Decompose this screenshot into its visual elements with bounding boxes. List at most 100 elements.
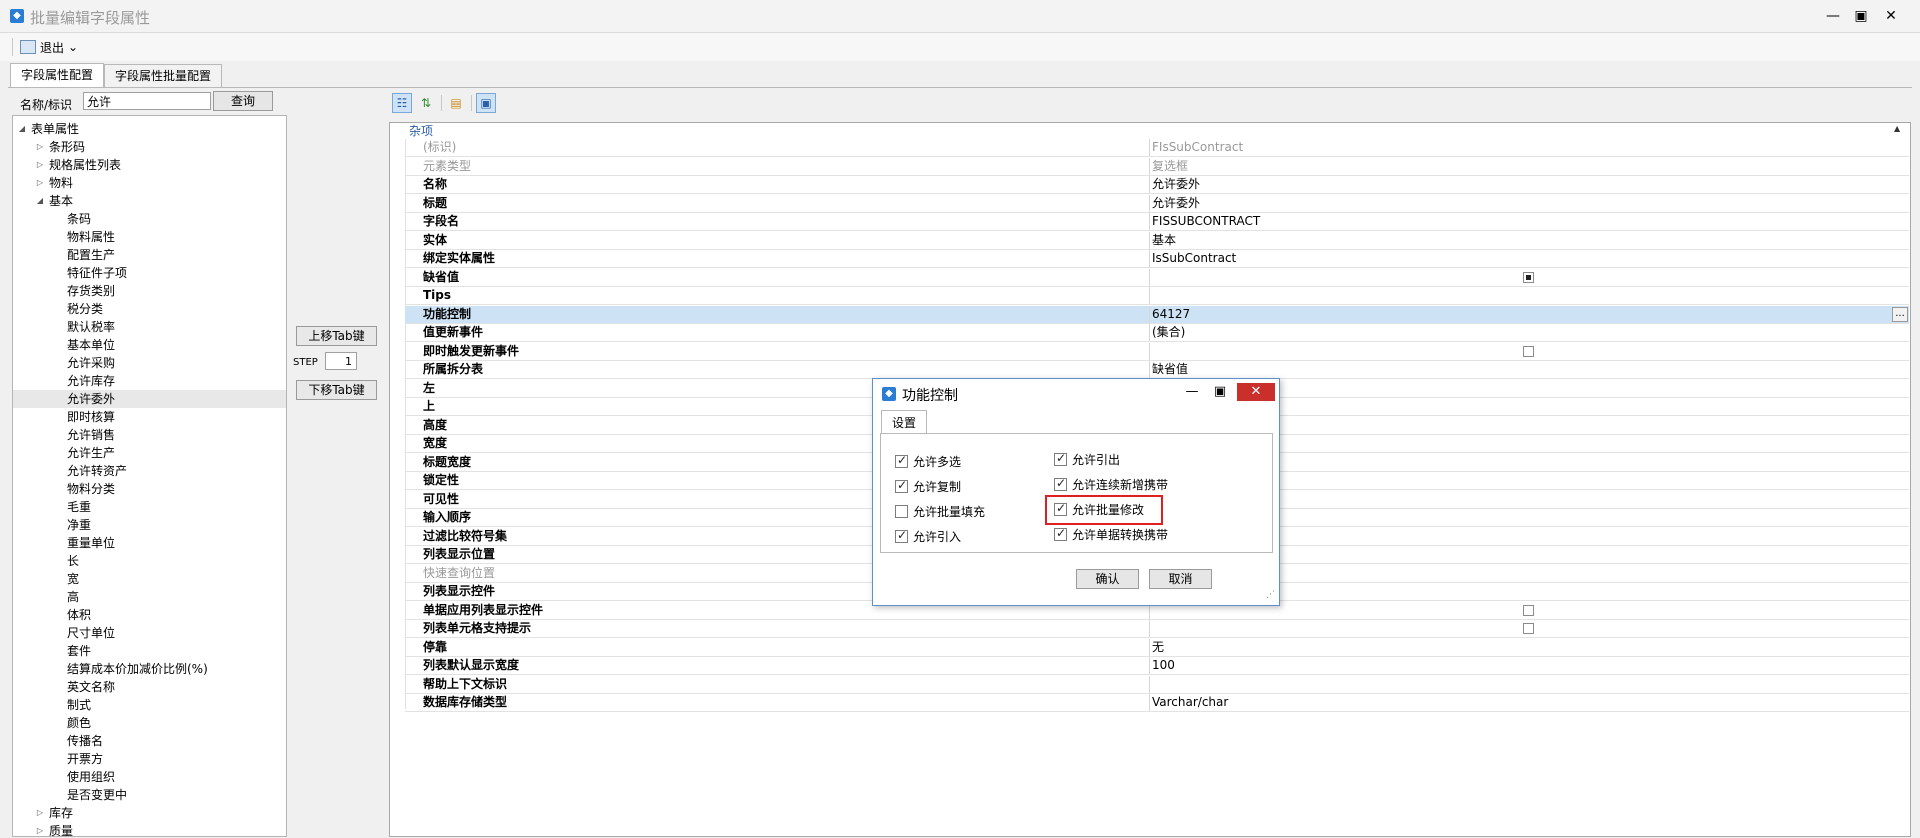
property-value[interactable]: 基本 (1152, 232, 1176, 249)
sort-alpha-button[interactable]: ⇅ (416, 93, 436, 113)
property-row[interactable]: 缺省值 (405, 268, 1909, 287)
property-checkbox[interactable] (1523, 604, 1534, 616)
property-checkbox[interactable] (1523, 623, 1534, 634)
property-row[interactable]: 实体 基本 (405, 231, 1909, 250)
tree-item[interactable]: 存货类别 (13, 282, 286, 300)
collapse-icon[interactable]: ▲ (1894, 124, 1900, 133)
property-pages-button[interactable]: ▣ (476, 93, 496, 113)
property-value[interactable]: 100 (1152, 657, 1175, 674)
tree-item[interactable]: 传播名 (13, 732, 286, 750)
tree-item[interactable]: 尺寸单位 (13, 624, 286, 642)
tree-collapsed-icon[interactable]: ▷ (35, 174, 45, 192)
property-row[interactable]: 数据库存储类型 Varchar/char (405, 694, 1909, 712)
property-row[interactable]: 功能控制 64127... (405, 305, 1909, 324)
tree-item[interactable]: 允许库存 (13, 372, 286, 390)
move-down-tab-button[interactable]: 下移Tab键 (296, 380, 377, 400)
option-checkbox[interactable]: 允许单据转换携带 (1054, 526, 1168, 542)
categorized-button[interactable]: ☷ (392, 93, 412, 113)
tree-item[interactable]: 税分类 (13, 300, 286, 318)
checkbox-checked-icon[interactable] (1054, 451, 1067, 466)
maximize-button[interactable]: ▣ (1848, 6, 1874, 26)
close-button[interactable]: ✕ (1878, 6, 1904, 26)
property-value[interactable]: 允许委外 (1152, 176, 1200, 193)
tree-item[interactable]: 基本单位 (13, 336, 286, 354)
dialog-close-button[interactable]: ✕ (1237, 383, 1275, 401)
property-row[interactable]: 绑定实体属性 IsSubContract (405, 250, 1909, 268)
checkbox-checked-icon[interactable] (895, 453, 908, 468)
option-checkbox[interactable]: 允许引入 (895, 528, 961, 544)
property-row[interactable]: 字段名 FISSUBCONTRACT (405, 213, 1909, 231)
option-checkbox[interactable]: 允许批量填充 (895, 503, 985, 519)
tree-item[interactable]: 重量单位 (13, 534, 286, 552)
tree-item[interactable]: 配置生产 (13, 246, 286, 264)
tree-item[interactable]: 允许转资产 (13, 462, 286, 480)
tree-expanded-icon[interactable]: ◢ (35, 192, 45, 210)
tree-collapsed-icon[interactable]: ▷ (35, 822, 45, 836)
property-row[interactable]: (标识) FIsSubContract (405, 139, 1909, 157)
field-tree[interactable]: ◢ 表单属性 ▷ 条形码 ▷ 规格属性列表 ▷ 物料 ◢ 基本 条码 物料属性 配置生产 特征件子项 存货类… (12, 115, 287, 837)
tree-item[interactable]: 套件 (13, 642, 286, 660)
tree-item[interactable]: 特征件子项 (13, 264, 286, 282)
query-button[interactable]: 查询 (213, 91, 273, 111)
tab-field-property-config[interactable]: 字段属性配置 (10, 63, 105, 88)
tab-field-property-batch-config[interactable]: 字段属性批量配置 (104, 64, 223, 87)
tree-item[interactable]: 结算成本价加减价比例(%) (13, 660, 286, 678)
property-row[interactable]: 所属拆分表 缺省值 (405, 361, 1909, 379)
tree-item[interactable]: 宽 (13, 570, 286, 588)
tree-item[interactable]: 高 (13, 588, 286, 606)
tree-item[interactable]: 长 (13, 552, 286, 570)
tree-item[interactable]: 条码 (13, 210, 286, 228)
property-checkbox[interactable] (1523, 271, 1534, 283)
tree-item[interactable]: ◢ 表单属性 (13, 120, 286, 138)
tree-item[interactable]: 允许委外 (13, 390, 286, 408)
property-row[interactable]: 帮助上下文标识 (405, 675, 1909, 694)
property-row[interactable]: 名称 允许委外 (405, 176, 1909, 194)
property-value[interactable]: FISSUBCONTRACT (1152, 213, 1260, 230)
property-row[interactable]: 即时触发更新事件 (405, 342, 1909, 361)
property-row[interactable]: 列表默认显示宽度 100 (405, 657, 1909, 675)
checkbox-checked-icon[interactable] (1054, 526, 1067, 541)
property-row[interactable]: 元素类型 复选框 (405, 157, 1909, 176)
exit-button[interactable]: 退出 ⌄ (20, 37, 78, 57)
checkbox-unchecked-icon[interactable] (895, 504, 908, 518)
property-value[interactable]: 允许委外 (1152, 195, 1200, 212)
option-checkbox[interactable]: 允许连续新增携带 (1054, 476, 1168, 492)
dialog-minimize-button[interactable]: — (1180, 383, 1204, 401)
property-value[interactable]: IsSubContract (1152, 250, 1236, 267)
step-input[interactable] (325, 352, 357, 370)
tree-item[interactable]: ▷ 物料 (13, 174, 286, 192)
property-row[interactable]: 停靠 无 (405, 638, 1909, 657)
tree-item[interactable]: 英文名称 (13, 678, 286, 696)
property-value[interactable]: (集合) (1152, 324, 1185, 341)
tree-item[interactable]: 物料属性 (13, 228, 286, 246)
tree-item[interactable]: 物料分类 (13, 480, 286, 498)
cancel-button[interactable]: 取消 (1149, 569, 1212, 589)
ellipsis-button[interactable]: ... (1892, 306, 1908, 322)
property-row[interactable]: 值更新事件 (集合) (405, 324, 1909, 342)
dialog-tab-settings[interactable]: 设置 (881, 410, 928, 434)
tree-item[interactable]: 开票方 (13, 750, 286, 768)
property-row[interactable]: Tips (405, 287, 1909, 305)
property-value[interactable]: 无 (1152, 639, 1164, 656)
search-input[interactable] (83, 92, 211, 110)
property-value[interactable]: Varchar/char (1152, 694, 1228, 711)
property-value[interactable]: 64127 (1152, 306, 1190, 323)
category-row[interactable] (390, 123, 1910, 139)
checkbox-checked-icon[interactable] (895, 528, 908, 543)
tree-item[interactable]: ▷ 质量 (13, 822, 286, 836)
tree-item[interactable]: ▷ 规格属性列表 (13, 156, 286, 174)
option-checkbox[interactable]: 允许引出 (1054, 451, 1120, 467)
move-up-tab-button[interactable]: 上移Tab键 (296, 326, 377, 346)
tree-item[interactable]: 净重 (13, 516, 286, 534)
property-row[interactable]: 列表单元格支持提示 (405, 620, 1909, 638)
tree-item[interactable]: 即时核算 (13, 408, 286, 426)
tree-collapsed-icon[interactable]: ▷ (35, 138, 45, 156)
properties-button[interactable]: ▤ (446, 93, 466, 113)
tree-collapsed-icon[interactable]: ▷ (35, 156, 45, 174)
tree-expanded-icon[interactable]: ◢ (17, 120, 27, 138)
minimize-button[interactable]: — (1820, 6, 1846, 26)
checkbox-checked-icon[interactable] (895, 478, 908, 493)
tree-item[interactable]: ◢ 基本 (13, 192, 286, 210)
tree-item[interactable]: 允许销售 (13, 426, 286, 444)
resize-grip-icon[interactable]: ⋰ (1266, 590, 1275, 600)
